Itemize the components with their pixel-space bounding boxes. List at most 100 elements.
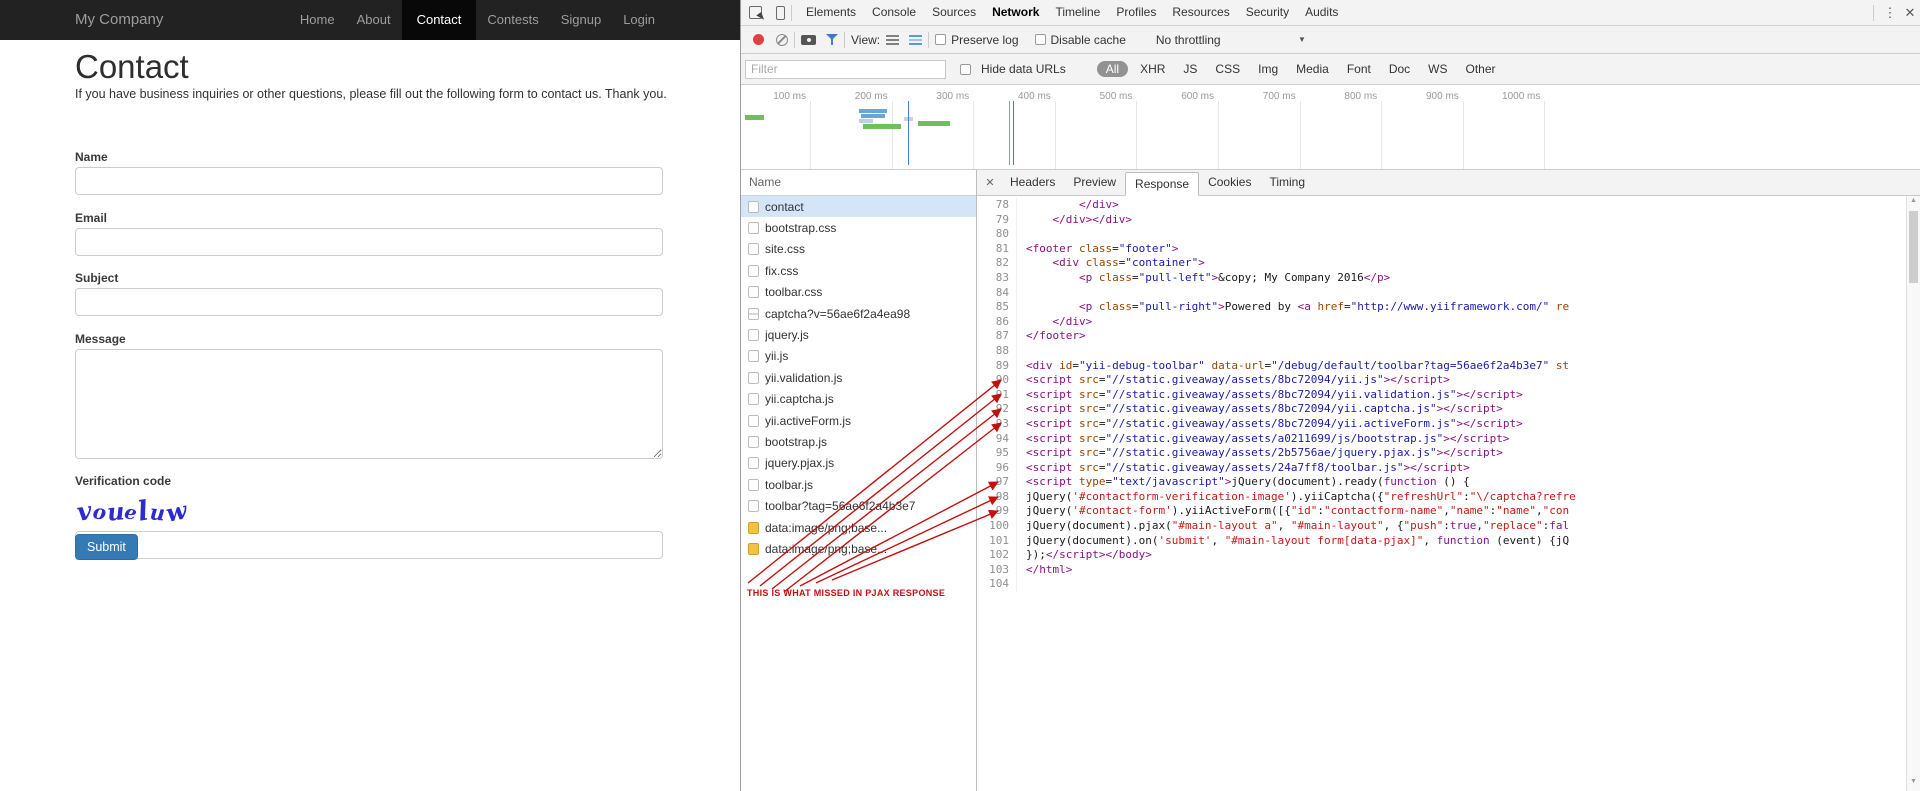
divider (794, 31, 795, 48)
type-filter-css[interactable]: CSS (1209, 61, 1246, 77)
detail-tab-response[interactable]: Response (1125, 171, 1200, 196)
request-row[interactable]: site.css (741, 239, 976, 260)
captcha-image[interactable]: voueluw (75, 492, 277, 530)
screenshot-capture-icon[interactable] (801, 34, 816, 45)
devtools-tab-timeline[interactable]: Timeline (1047, 0, 1108, 25)
request-row[interactable]: contact (741, 196, 976, 218)
code-text: jQuery('#contact-form').yiiActiveForm([{… (1026, 504, 1570, 518)
nav-item-contact[interactable]: Contact (401, 0, 477, 40)
scrollbar-thumb[interactable] (1909, 211, 1918, 283)
clear-icon[interactable] (776, 33, 788, 46)
nav-item-contests[interactable]: Contests (476, 0, 549, 40)
request-row[interactable]: bootstrap.js (741, 431, 976, 452)
detail-close-icon[interactable]: ✕ (981, 176, 999, 189)
type-filter-doc[interactable]: Doc (1383, 61, 1416, 77)
verification-field[interactable] (75, 531, 663, 559)
name-column-header[interactable]: Name (741, 170, 976, 196)
devtools-tab-profiles[interactable]: Profiles (1108, 0, 1164, 25)
request-name: data:image/png;base... (765, 541, 888, 556)
scrollbar[interactable]: ▲ ▼ (1906, 196, 1920, 791)
devtools-tabs: Elements Console Sources Network Timeline Pro… (798, 0, 1346, 25)
submit-button[interactable]: Submit (75, 534, 138, 560)
timeline-overview[interactable]: 100 ms 200 ms 300 ms 400 ms 500 ms 600 ms 700 … (741, 85, 1920, 170)
type-filter-media[interactable]: Media (1290, 61, 1335, 77)
preserve-log-checkbox[interactable] (935, 34, 947, 45)
devtools-menu-icon[interactable]: ⋮ (1880, 5, 1900, 21)
request-row[interactable]: yii.captcha.js (741, 389, 976, 410)
timeline-tick-label: 300 ms (936, 91, 970, 102)
filter-icon[interactable] (826, 34, 838, 45)
request-row[interactable]: jquery.pjax.js (741, 453, 976, 474)
devtools-tab-resources[interactable]: Resources (1164, 0, 1237, 25)
type-filter-font[interactable]: Font (1341, 61, 1377, 77)
line-number: 87 (977, 329, 1017, 344)
code-lines: 78 </div> 79 </div></div> 80 81 <footer clas… (977, 198, 1906, 593)
name-field[interactable] (75, 167, 663, 195)
view-list-icon[interactable] (886, 34, 900, 45)
type-filter-xhr[interactable]: XHR (1134, 61, 1171, 77)
request-row[interactable]: data:image/png;base... (741, 538, 976, 559)
request-row[interactable]: fix.css (741, 260, 976, 281)
hide-data-urls-checkbox[interactable] (960, 63, 971, 75)
device-toolbar-icon[interactable] (776, 5, 785, 20)
code-line: 80 (977, 227, 1906, 242)
devtools-tab-network[interactable]: Network (984, 0, 1047, 25)
disable-cache-label: Disable cache (1050, 32, 1126, 47)
nav-item-about[interactable]: About (346, 0, 402, 40)
line-number: 94 (977, 431, 1017, 447)
request-row[interactable]: yii.validation.js (741, 367, 976, 388)
view-label: View: (851, 32, 881, 47)
subject-field[interactable] (75, 288, 663, 316)
screenshot-root: My Company Home About Contact Contests Signu… (0, 0, 1920, 791)
devtools-tab-sources[interactable]: Sources (924, 0, 984, 25)
request-row[interactable]: bootstrap.css (741, 217, 976, 238)
request-row[interactable]: data:image/png;base... (741, 517, 976, 538)
response-code-view[interactable]: 78 </div> 79 </div></div> 80 81 <footer clas… (977, 196, 1906, 791)
request-row[interactable]: toolbar.css (741, 282, 976, 303)
view-waterfall-icon[interactable] (909, 34, 923, 45)
type-filter-js[interactable]: JS (1177, 61, 1203, 77)
type-filter-other[interactable]: Other (1460, 61, 1502, 77)
detail-header: ✕ Headers Preview Response Cookies Timing (977, 170, 1920, 196)
filter-input[interactable] (745, 59, 946, 79)
timeline-gridline (1381, 101, 1383, 169)
devtools-close-icon[interactable]: ✕ (1900, 5, 1920, 21)
detail-tab-timing[interactable]: Timing (1260, 171, 1314, 195)
annotation-text: THIS IS WHAT MISSED IN PJAX RESPONSE (747, 588, 946, 598)
line-number: 88 (977, 343, 1017, 359)
code-text: <script type="text/javascript">jQuery(do… (1026, 475, 1470, 489)
request-row[interactable]: toolbar?tag=56ae6f2a4b3e7 (741, 495, 976, 516)
line-number: 99 (977, 504, 1017, 520)
line-number: 78 (977, 198, 1017, 213)
type-filter-img[interactable]: Img (1252, 61, 1284, 77)
devtools-tab-elements[interactable]: Elements (798, 0, 864, 25)
record-icon[interactable] (753, 34, 764, 45)
timeline-tick-label: 100 ms (773, 91, 806, 102)
detail-tab-preview[interactable]: Preview (1064, 171, 1125, 195)
devtools-tab-audits[interactable]: Audits (1297, 0, 1346, 25)
request-row[interactable]: captcha?v=56ae6f2a4ea98 (741, 303, 976, 324)
email-field[interactable] (75, 228, 663, 256)
request-row[interactable]: toolbar.js (741, 474, 976, 495)
request-row[interactable]: jquery.js (741, 324, 976, 345)
inspect-element-icon[interactable] (749, 6, 762, 19)
nav-item-login[interactable]: Login (612, 0, 666, 40)
detail-tab-cookies[interactable]: Cookies (1199, 171, 1260, 195)
request-row[interactable]: yii.activeForm.js (741, 410, 976, 431)
code-line: 83 <p class="pull-left">&copy; My Compan… (977, 270, 1906, 286)
disable-cache-checkbox[interactable] (1034, 34, 1046, 45)
scroll-down-icon[interactable]: ▼ (1907, 778, 1920, 790)
site-brand[interactable]: My Company (75, 0, 163, 40)
throttling-select[interactable]: No throttling ▼ (1156, 33, 1306, 47)
message-field[interactable] (75, 349, 663, 459)
nav-item-signup[interactable]: Signup (550, 0, 612, 40)
detail-tab-headers[interactable]: Headers (1001, 171, 1064, 195)
nav-item-home[interactable]: Home (289, 0, 346, 40)
request-row[interactable]: yii.js (741, 346, 976, 367)
divider (1873, 4, 1874, 21)
devtools-tab-console[interactable]: Console (864, 0, 924, 25)
type-filter-all[interactable]: All (1096, 61, 1129, 77)
type-filter-ws[interactable]: WS (1422, 61, 1453, 77)
devtools-tab-security[interactable]: Security (1238, 0, 1297, 25)
scroll-up-icon[interactable]: ▲ (1907, 197, 1920, 209)
